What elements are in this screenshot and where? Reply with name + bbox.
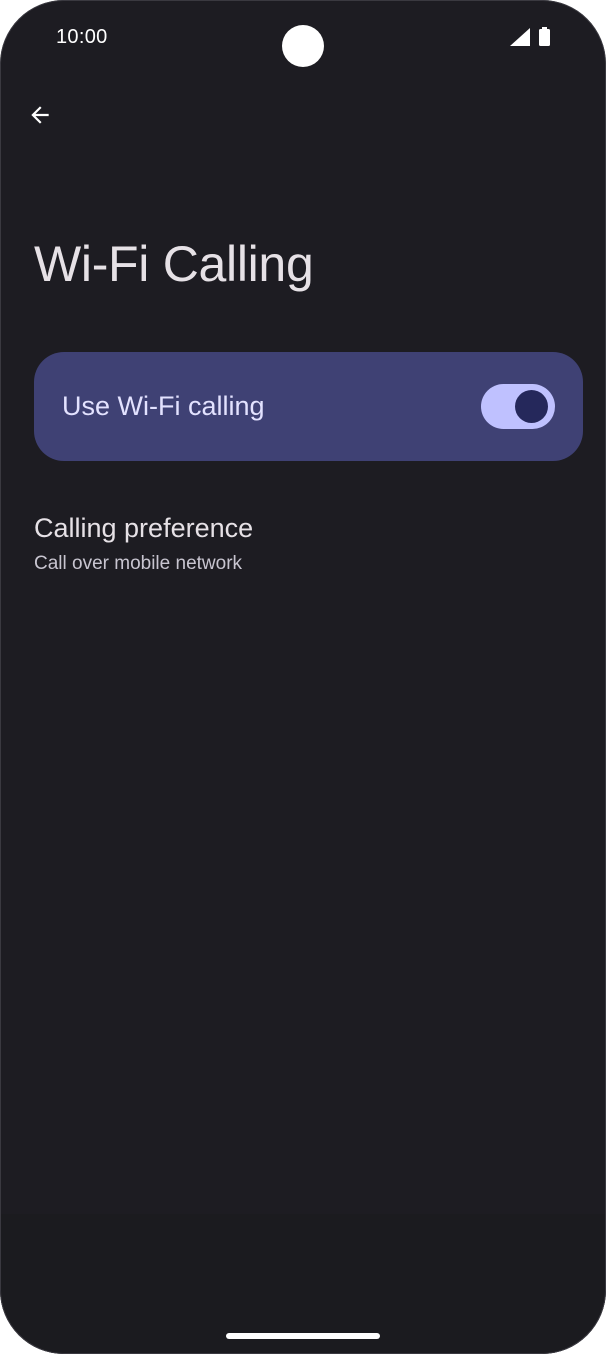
back-button[interactable] [18, 93, 62, 137]
calling-preference-title: Calling preference [34, 513, 254, 543]
use-wifi-calling-switch[interactable] [481, 384, 555, 429]
phone-screen: 10:00 Wi-Fi Calling Use Wi-Fi calling Ca… [0, 0, 606, 1354]
battery-icon [539, 27, 550, 46]
camera-cutout [282, 25, 324, 67]
use-wifi-calling-label: Use Wi-Fi calling [62, 391, 265, 421]
switch-thumb [515, 390, 548, 423]
status-bar-time: 10:00 [56, 26, 108, 48]
gesture-navigation-handle[interactable] [226, 1333, 380, 1339]
calling-preference-item[interactable]: Calling preference Call over mobile netw… [34, 500, 583, 592]
use-wifi-calling-row[interactable]: Use Wi-Fi calling [34, 352, 583, 461]
device-frame [0, 0, 606, 1354]
calling-preference-summary: Call over mobile network [34, 553, 243, 574]
signal-icon [510, 28, 530, 46]
page-title: Wi-Fi Calling [34, 236, 314, 292]
back-arrow-icon [31, 106, 49, 124]
